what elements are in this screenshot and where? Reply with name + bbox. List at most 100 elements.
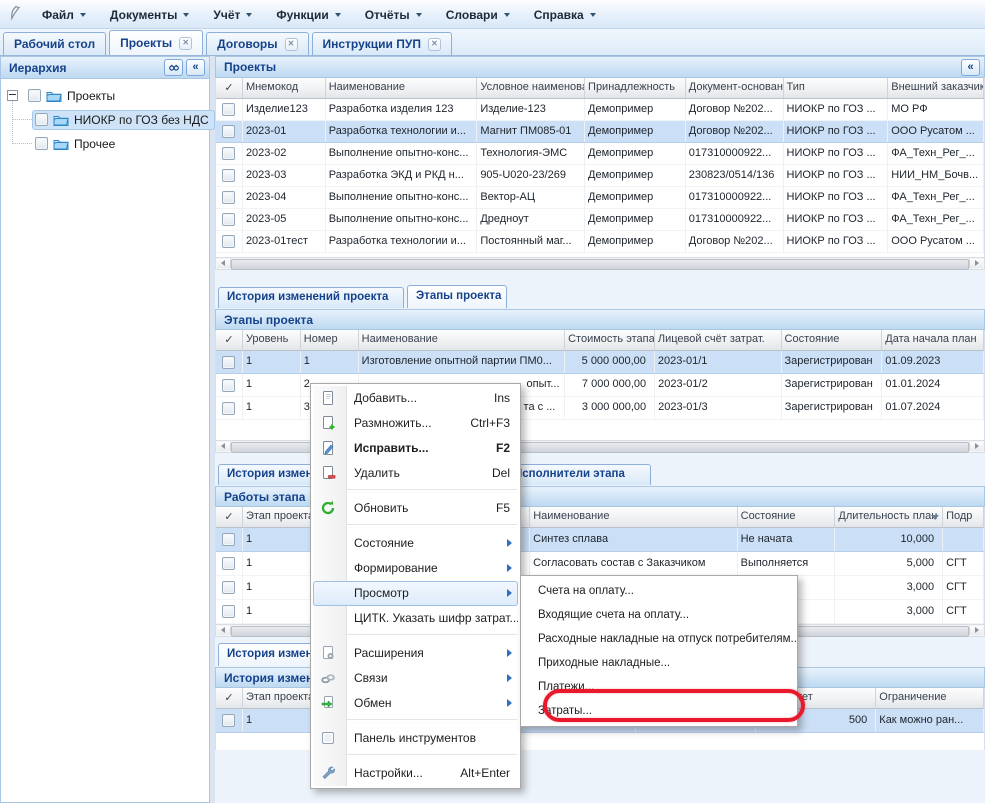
- expander-minus-icon[interactable]: [7, 90, 18, 101]
- menubar-item[interactable]: Файл: [30, 4, 98, 26]
- checkbox[interactable]: [35, 137, 48, 150]
- column-header[interactable]: Принадлежность: [585, 78, 686, 99]
- row-select-cell[interactable]: [216, 209, 243, 230]
- checkbox[interactable]: [222, 533, 235, 546]
- menubar-item[interactable]: Документы: [98, 4, 201, 26]
- checkbox[interactable]: [222, 169, 235, 182]
- scroll-right-arrow[interactable]: [969, 259, 983, 268]
- table-row[interactable]: Изделие123Разработка изделия 123Изделие-…: [216, 99, 984, 121]
- tree-item[interactable]: Проекты: [2, 84, 207, 107]
- main-tab[interactable]: Инструкции ПУП✕: [312, 32, 452, 55]
- scroll-left-arrow[interactable]: [217, 259, 231, 268]
- column-header[interactable]: Наименование: [530, 507, 737, 528]
- menubar-item[interactable]: Учёт: [201, 4, 264, 26]
- checkbox[interactable]: [222, 379, 235, 392]
- table-row[interactable]: 2023-05Выполнение опытно-конс...Дредноут…: [216, 209, 984, 231]
- column-header[interactable]: Подр: [943, 507, 984, 528]
- menubar-item[interactable]: Справка: [522, 4, 608, 26]
- submenu-item[interactable]: Входящие счета на оплату...: [522, 603, 796, 627]
- menubar-item[interactable]: Отчёты: [353, 4, 434, 26]
- table-row[interactable]: 11Изготовление опытной партии ПМ0...5 00…: [216, 351, 984, 374]
- row-select-cell[interactable]: [216, 121, 243, 142]
- close-icon[interactable]: ✕: [428, 38, 441, 51]
- menu-item[interactable]: F5Обновить: [313, 496, 518, 521]
- menubar-item[interactable]: Функции: [264, 4, 352, 26]
- checkbox[interactable]: [222, 235, 235, 248]
- find-icon[interactable]: [164, 59, 183, 76]
- menubar-item[interactable]: Словари: [434, 4, 522, 26]
- column-header[interactable]: Лицевой счёт затрат.: [655, 330, 782, 351]
- menu-item[interactable]: InsДобавить...: [313, 386, 518, 411]
- column-header[interactable]: Дата начала план: [882, 330, 984, 351]
- scroll-right-arrow[interactable]: [969, 626, 983, 635]
- row-select-cell[interactable]: [216, 576, 243, 599]
- row-select-cell[interactable]: [216, 231, 243, 252]
- menu-item[interactable]: ЦИТК. Указать шифр затрат...: [313, 606, 518, 631]
- menu-item[interactable]: Состояние: [313, 531, 518, 556]
- row-select-cell[interactable]: [216, 600, 243, 623]
- checkbox[interactable]: [222, 714, 235, 727]
- column-header[interactable]: Документ-основан: [686, 78, 784, 99]
- column-header[interactable]: ✓: [216, 78, 243, 99]
- checkbox[interactable]: [222, 557, 235, 570]
- submenu-item[interactable]: Приходные накладные...: [522, 651, 796, 675]
- menu-item[interactable]: Ctrl+F3Размножить...: [313, 411, 518, 436]
- row-select-cell[interactable]: [216, 709, 243, 732]
- row-select-cell[interactable]: [216, 143, 243, 164]
- column-header[interactable]: Наименование: [326, 78, 478, 99]
- checkbox[interactable]: [222, 125, 235, 138]
- collapse-icon[interactable]: «: [186, 59, 205, 76]
- row-select-cell[interactable]: [216, 165, 243, 186]
- column-header[interactable]: Номер: [301, 330, 359, 351]
- tree-item[interactable]: НИОКР по ГОЗ без НДС: [2, 108, 207, 131]
- column-header[interactable]: Состояние: [738, 507, 836, 528]
- column-header[interactable]: ✓: [216, 688, 243, 709]
- column-header[interactable]: ✓: [216, 507, 243, 528]
- menu-item[interactable]: Панель инструментов: [313, 726, 518, 751]
- column-header[interactable]: Стоимость этапа: [565, 330, 655, 351]
- column-header[interactable]: Внешний заказчик: [888, 78, 984, 99]
- checkbox[interactable]: [222, 605, 235, 618]
- menu-item[interactable]: Связи: [313, 666, 518, 691]
- tab[interactable]: Исполнители этапа: [505, 464, 651, 485]
- close-icon[interactable]: ✕: [179, 37, 192, 50]
- collapse-icon[interactable]: «: [961, 59, 980, 76]
- scroll-thumb[interactable]: [231, 259, 969, 270]
- checkbox[interactable]: [222, 147, 235, 160]
- column-header[interactable]: Мнемокод: [243, 78, 326, 99]
- tab[interactable]: История изменений проекта: [218, 287, 404, 308]
- column-header[interactable]: ✓: [216, 330, 243, 351]
- table-row[interactable]: 2023-01тестРазработка технологии и...Пос…: [216, 231, 984, 253]
- main-tab[interactable]: Проекты✕: [109, 30, 203, 55]
- menu-item[interactable]: Alt+EnterНастройки...: [313, 761, 518, 786]
- submenu-item[interactable]: Счета на оплату...: [522, 579, 796, 603]
- row-select-cell[interactable]: [216, 397, 243, 419]
- tab[interactable]: Этапы проекта: [407, 285, 507, 308]
- column-header[interactable]: Состояние: [782, 330, 883, 351]
- column-header[interactable]: Длительность план: [835, 507, 943, 528]
- horizontal-scrollbar[interactable]: [215, 257, 985, 270]
- checkbox[interactable]: [222, 356, 235, 369]
- table-row[interactable]: 2023-03Разработка ЭКД и РКД н...905-U020…: [216, 165, 984, 187]
- close-icon[interactable]: ✕: [285, 38, 298, 51]
- main-tab[interactable]: Договоры✕: [206, 32, 308, 55]
- checkbox[interactable]: [222, 103, 235, 116]
- menu-item[interactable]: Формирование: [313, 556, 518, 581]
- scroll-left-arrow[interactable]: [217, 626, 231, 635]
- table-row[interactable]: 2023-01Разработка технологии и...Магнит …: [216, 121, 984, 143]
- row-select-cell[interactable]: [216, 552, 243, 575]
- checkbox[interactable]: [222, 213, 235, 226]
- checkbox[interactable]: [28, 89, 41, 102]
- column-header[interactable]: Наименование: [359, 330, 565, 351]
- menu-item[interactable]: DelУдалить: [313, 461, 518, 486]
- checkbox[interactable]: [222, 402, 235, 415]
- main-tab[interactable]: Рабочий стол: [3, 32, 106, 55]
- table-row[interactable]: 2023-02Выполнение опытно-конс...Технолог…: [216, 143, 984, 165]
- tree-item[interactable]: Прочее: [2, 132, 207, 155]
- row-select-cell[interactable]: [216, 374, 243, 396]
- column-header[interactable]: Тип: [784, 78, 889, 99]
- scroll-left-arrow[interactable]: [217, 442, 231, 451]
- row-select-cell[interactable]: [216, 187, 243, 208]
- scroll-right-arrow[interactable]: [969, 442, 983, 451]
- column-header[interactable]: Уровень: [243, 330, 301, 351]
